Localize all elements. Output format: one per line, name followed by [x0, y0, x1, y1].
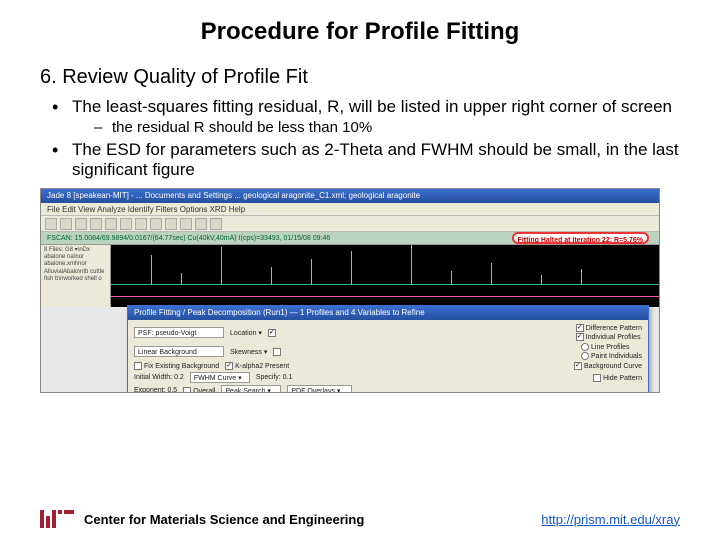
peak	[221, 247, 222, 285]
opt-bg[interactable]: Background Curve	[574, 362, 642, 370]
panel-titlebar: Profile Fitting / Peak Decomposition (Ru…	[128, 306, 648, 320]
bg-select[interactable]: Linear Background	[134, 346, 224, 357]
ka2-check[interactable]: K-alpha2 Present	[225, 362, 289, 370]
fwhm-curve-select[interactable]: FWHM Curve ▾	[190, 372, 250, 383]
toolbar	[41, 216, 659, 232]
toolbar-button[interactable]	[150, 218, 162, 230]
slide-footer: Center for Materials Science and Enginee…	[0, 510, 720, 528]
peak	[151, 255, 152, 285]
residual-trace	[111, 296, 659, 297]
menu-bar: File Edit View Analyze Identify Filters …	[41, 203, 659, 216]
status-text: FSCAN: 15.0084/69.9894/0.0167/(64.77sec)…	[47, 232, 330, 244]
toolbar-button[interactable]	[165, 218, 177, 230]
residual-highlight: Fitting Halted at Iteration 22: R=5.76%	[512, 232, 649, 244]
toolbar-button[interactable]	[45, 218, 57, 230]
peak	[491, 263, 492, 285]
profile-fitting-panel: Profile Fitting / Peak Decomposition (Ru…	[127, 305, 649, 393]
bullet-list: The least-squares fitting residual, R, w…	[50, 97, 680, 180]
toolbar-button[interactable]	[210, 218, 222, 230]
peak	[311, 259, 312, 285]
peaksearch-select[interactable]: Peak Search ▾	[221, 385, 281, 393]
toolbar-button[interactable]	[135, 218, 147, 230]
opt-indiv[interactable]: Individual Profiles	[576, 333, 642, 341]
mit-logo-icon	[40, 510, 74, 528]
peak	[271, 267, 272, 285]
location-check[interactable]	[268, 329, 276, 337]
width-field[interactable]: Initial Width: 0.2	[134, 374, 184, 381]
specify-field[interactable]: Specify: 0.1	[256, 374, 293, 381]
jade-screenshot: Jade 8 [speakean-MIT] - ... Documents an…	[40, 188, 660, 393]
footer-link[interactable]: http://prism.mit.edu/xray	[541, 512, 680, 527]
step-heading: 6. Review Quality of Profile Fit	[40, 66, 680, 89]
psf-select[interactable]: PSF: pseudo-Voigt	[134, 327, 224, 338]
toolbar-button[interactable]	[180, 218, 192, 230]
bullet-1: The least-squares fitting residual, R, w…	[50, 97, 680, 136]
skewness-check[interactable]	[273, 348, 281, 356]
window-titlebar: Jade 8 [speakean-MIT] - ... Documents an…	[41, 189, 659, 203]
bullet-2: The ESD for parameters such as 2-Theta a…	[50, 140, 680, 180]
baseline	[111, 284, 659, 285]
pdfoverlay-select[interactable]: PDF Overlays ▾	[287, 385, 352, 393]
slide-title: Procedure for Profile Fitting	[40, 18, 680, 46]
peak	[181, 273, 182, 285]
footer-org: Center for Materials Science and Enginee…	[84, 512, 364, 527]
file-sidebar: 8 Files: G8 ▾\nDx abalone na\nor abalone…	[41, 245, 111, 307]
toolbar-button[interactable]	[195, 218, 207, 230]
bullet-1-sub: the residual R should be less than 10%	[94, 119, 680, 136]
peak	[581, 269, 582, 285]
fixbg-check[interactable]: Fix Existing Background	[134, 362, 219, 370]
diffraction-chart	[111, 245, 659, 307]
status-line: FSCAN: 15.0084/69.9894/0.0167/(64.77sec)…	[41, 232, 659, 245]
opt-diff[interactable]: Difference Pattern	[576, 324, 642, 332]
peak	[351, 251, 352, 285]
toolbar-button[interactable]	[90, 218, 102, 230]
toolbar-button[interactable]	[60, 218, 72, 230]
toolbar-button[interactable]	[105, 218, 117, 230]
exponent-field[interactable]: Exponent: 0.5	[134, 387, 177, 393]
toolbar-button[interactable]	[75, 218, 87, 230]
bullet-1-text: The least-squares fitting residual, R, w…	[72, 97, 672, 116]
opt-line[interactable]: Line Profiles	[581, 343, 642, 351]
overall-check[interactable]: Overall	[183, 387, 215, 394]
toolbar-button[interactable]	[120, 218, 132, 230]
peak	[451, 271, 452, 285]
skewness-label: Skewness ▾	[230, 348, 267, 356]
peak	[411, 245, 412, 285]
location-label: Location ▾	[230, 329, 262, 337]
opt-paint[interactable]: Paint Individuals	[581, 352, 642, 360]
opt-hide[interactable]: Hide Pattern	[593, 374, 642, 382]
peak	[541, 275, 542, 285]
